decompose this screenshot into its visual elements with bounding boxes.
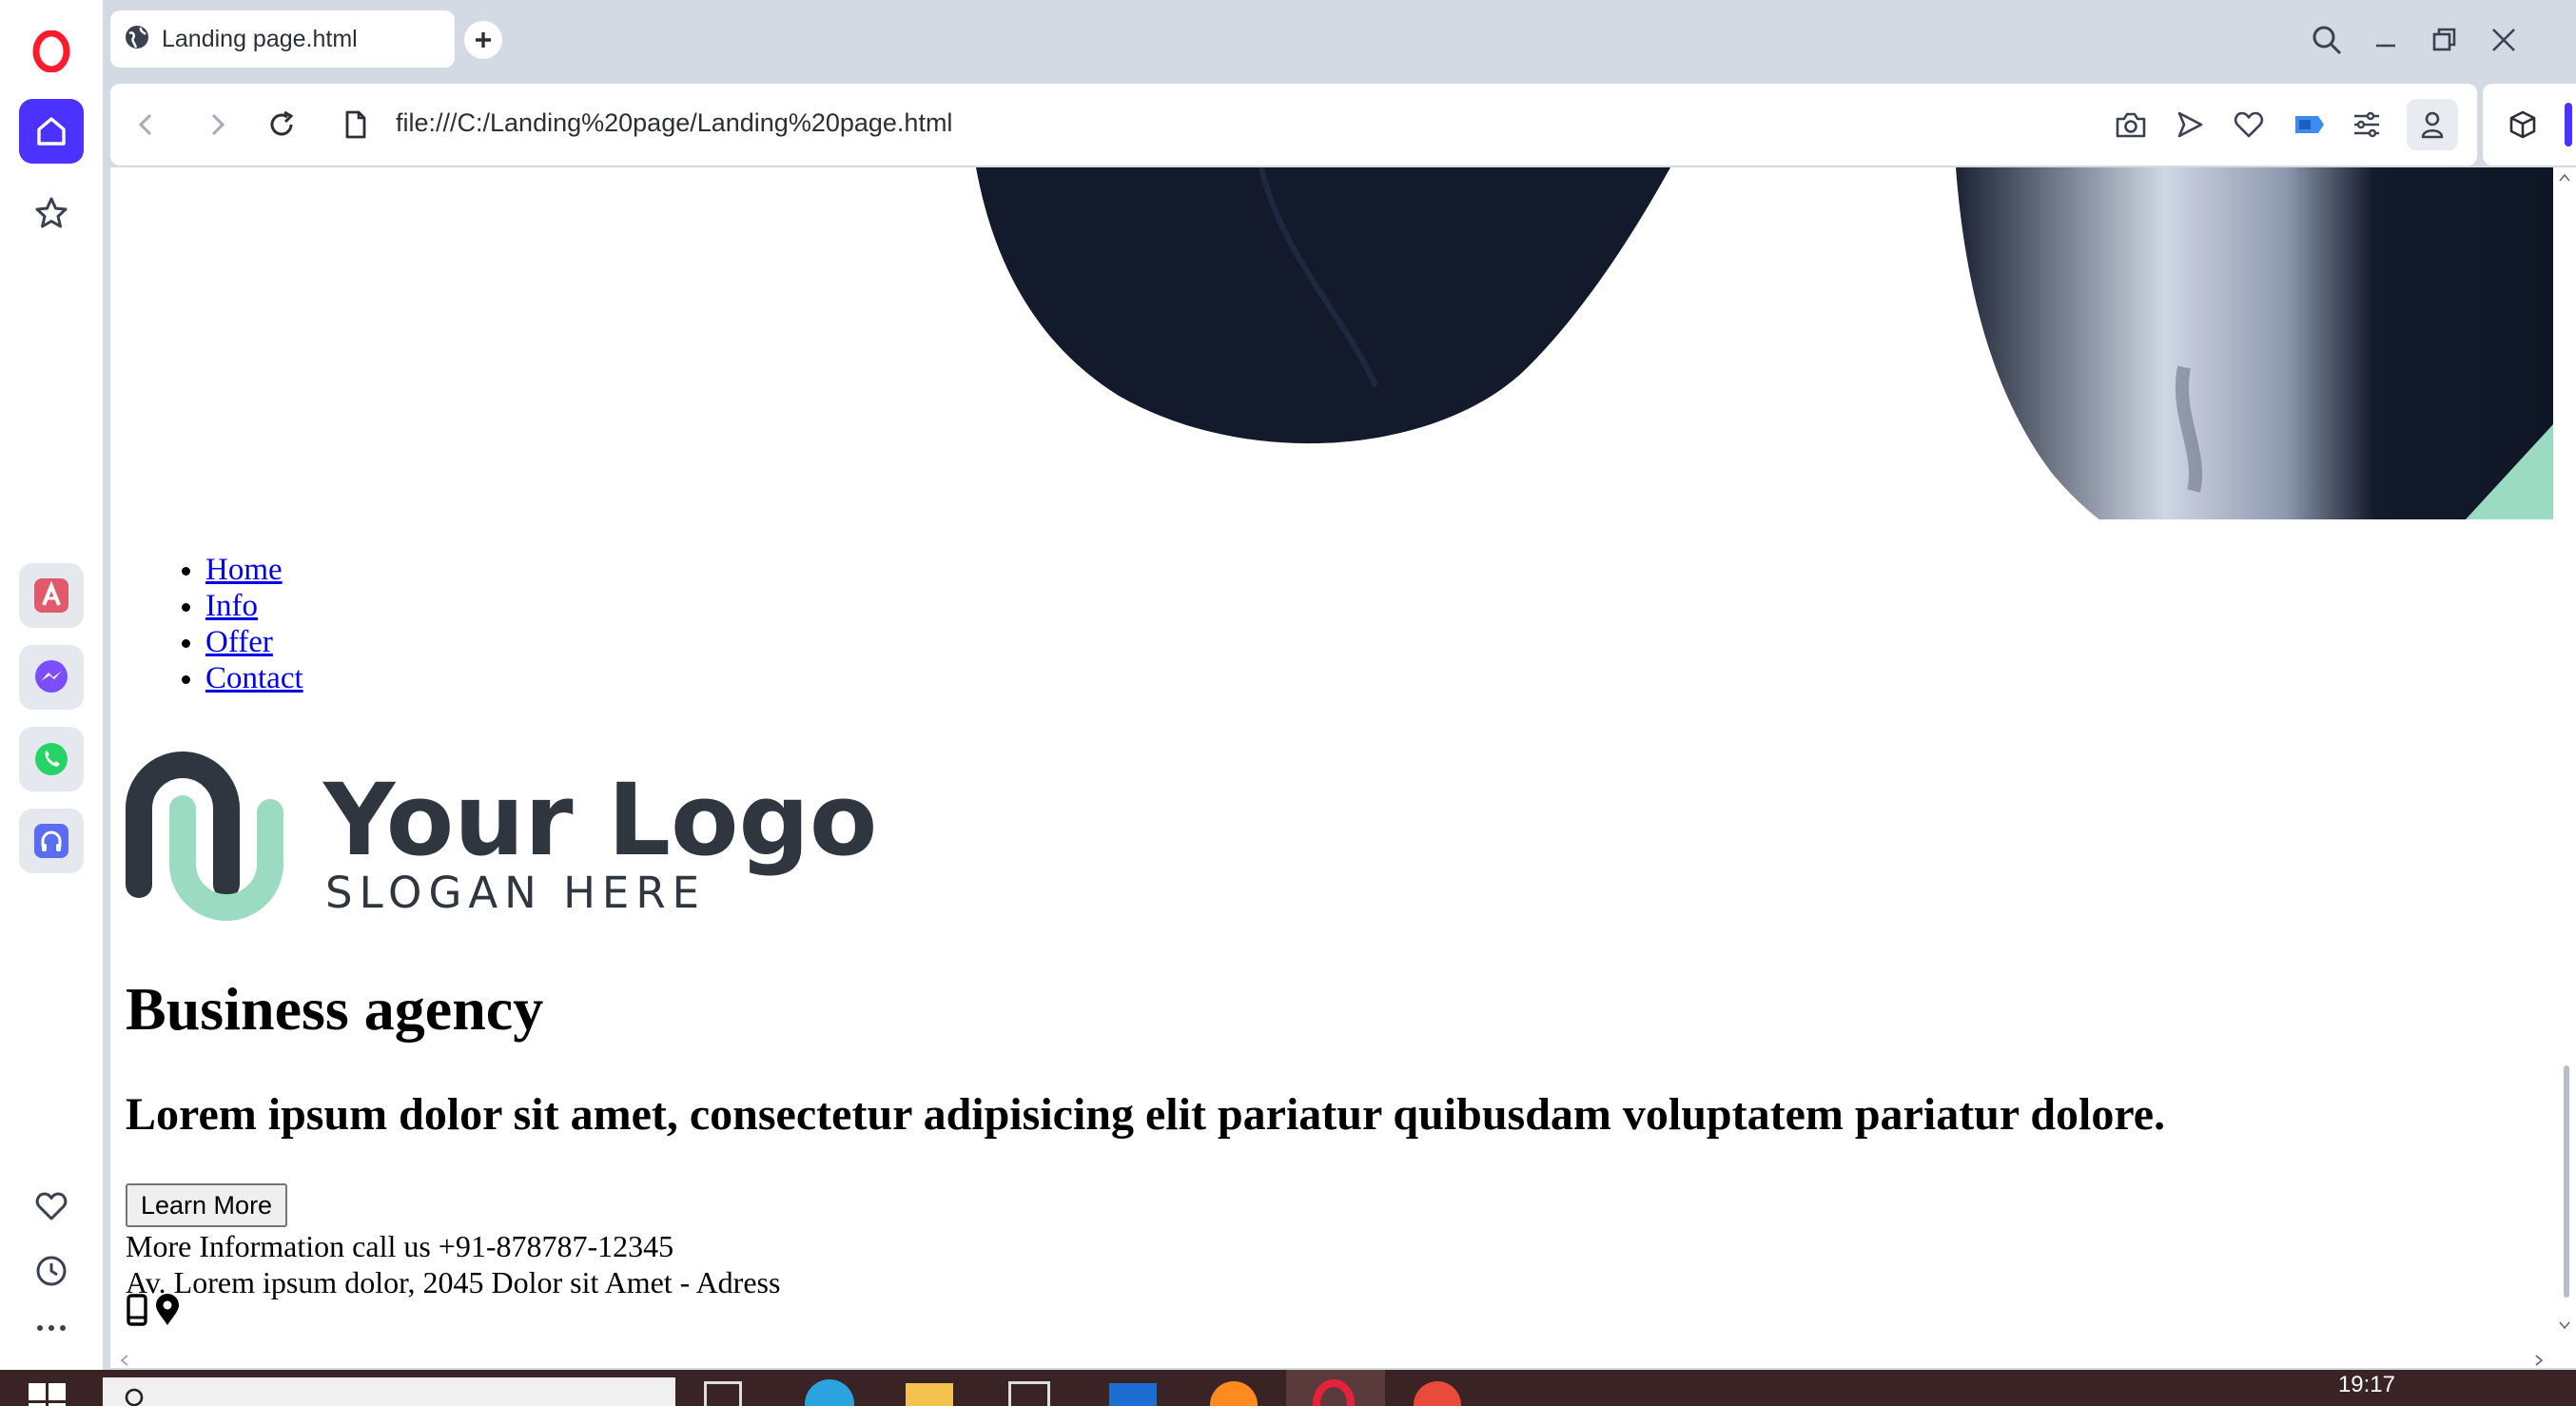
whatsapp-icon[interactable]	[19, 727, 84, 791]
music-player-icon[interactable]	[19, 809, 84, 873]
nav-link-info[interactable]: Info	[205, 589, 258, 623]
mail-icon[interactable]	[1109, 1383, 1157, 1406]
chrome-icon[interactable]	[1414, 1381, 1461, 1406]
messenger-icon[interactable]	[19, 645, 84, 710]
tab-title: Landing page.html	[162, 25, 358, 52]
camera-icon[interactable]	[2110, 104, 2152, 146]
page-subheading: Lorem ipsum dolor sit amet, consectetur …	[126, 1089, 2166, 1140]
star-icon[interactable]	[19, 181, 84, 245]
more-icon[interactable]	[19, 1296, 84, 1360]
learn-more-button[interactable]: Learn More	[126, 1183, 288, 1227]
nav-item-info: Info	[205, 588, 303, 624]
nav-item-home: Home	[205, 552, 303, 588]
heart-icon[interactable]	[2228, 104, 2270, 146]
reload-button[interactable]	[261, 104, 302, 146]
home-icon[interactable]	[19, 99, 84, 164]
extensions-icon[interactable]	[2502, 104, 2544, 146]
minimize-icon[interactable]	[2363, 17, 2409, 63]
easy-setup-icon[interactable]	[2346, 104, 2388, 146]
new-tab-button[interactable]	[464, 21, 502, 59]
nav-link-offer[interactable]: Offer	[205, 625, 273, 659]
nav-link-contact[interactable]: Contact	[205, 661, 303, 695]
heart-icon[interactable]	[19, 1174, 84, 1239]
page-viewport: Home Info Offer Contact Your Logo SLOGAN…	[110, 167, 2576, 1368]
logo-slogan: SLOGAN HERE	[325, 868, 706, 918]
close-window-icon[interactable]	[2481, 17, 2527, 63]
history-icon[interactable]	[19, 1239, 84, 1303]
firefox-icon[interactable]	[1210, 1381, 1258, 1406]
vertical-scroll-thumb[interactable]	[2564, 1065, 2569, 1298]
search-tabs-icon[interactable]	[2304, 17, 2350, 63]
sidebar-accent-bar	[2565, 103, 2572, 146]
taskbar-clock: 19:17	[2337, 1372, 2395, 1397]
restore-icon[interactable]	[2422, 17, 2468, 63]
taskbar-search[interactable]	[103, 1377, 675, 1406]
location-pin-icon	[154, 1294, 181, 1331]
battery-icon[interactable]	[2289, 104, 2331, 146]
nav-item-offer: Offer	[205, 624, 303, 660]
nav-menu: Home Info Offer Contact	[110, 552, 303, 696]
globe-icon	[124, 24, 150, 55]
forward-button[interactable]	[196, 104, 238, 146]
tab-landing-page[interactable]: Landing page.html	[110, 10, 455, 68]
file-explorer-icon[interactable]	[906, 1383, 953, 1406]
url-field[interactable]: file:///C:/Landing%20page/Landing%20page…	[396, 108, 952, 138]
hero-photo-left	[976, 167, 1670, 444]
task-view-icon[interactable]	[704, 1381, 742, 1406]
company-logo: Your Logo SLOGAN HERE	[126, 742, 906, 932]
hero-photo-right	[1956, 167, 2553, 519]
nav-item-contact: Contact	[205, 660, 303, 696]
opera-logo-icon[interactable]	[19, 19, 84, 84]
opera-sidebar	[0, 0, 104, 1370]
contact-icons	[126, 1294, 181, 1331]
edge-icon[interactable]	[805, 1379, 854, 1406]
vertical-scrollbar[interactable]	[2553, 167, 2576, 1368]
nav-link-home[interactable]: Home	[205, 553, 283, 587]
page-info-icon[interactable]	[335, 104, 377, 146]
logo-title: Your Logo	[322, 762, 877, 878]
windows-start-icon[interactable]	[29, 1383, 67, 1406]
page-heading: Business agency	[126, 975, 544, 1043]
address-info: Av. Lorem ipsum dolor, 2045 Dolor sit Am…	[126, 1265, 781, 1299]
hero-image-area	[110, 167, 2553, 519]
phone-info: More Information call us +91-878787-1234…	[126, 1229, 674, 1263]
send-icon[interactable]	[2169, 104, 2211, 146]
phone-icon	[126, 1294, 148, 1331]
store-icon[interactable]	[1008, 1381, 1050, 1406]
aria-icon[interactable]	[19, 563, 84, 628]
tab-strip: Landing page.html	[103, 0, 2576, 82]
opera-taskbar-icon[interactable]	[1286, 1370, 1385, 1406]
landing-page: Home Info Offer Contact Your Logo SLOGAN…	[110, 167, 2553, 1351]
extensions-panel	[2483, 84, 2576, 166]
address-bar: file:///C:/Landing%20page/Landing%20page…	[110, 84, 2477, 166]
profile-icon[interactable]	[2407, 99, 2458, 150]
windows-taskbar: 19:17	[0, 1370, 2576, 1406]
back-button[interactable]	[126, 104, 167, 146]
horizontal-scrollbar[interactable]	[110, 1351, 2553, 1368]
